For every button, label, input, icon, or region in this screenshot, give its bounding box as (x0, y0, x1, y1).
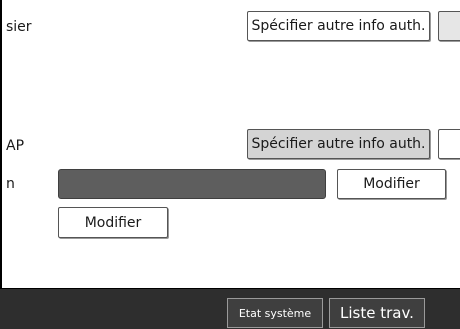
modify-button-1[interactable]: Modifier (337, 169, 446, 199)
row3-label: n (6, 176, 15, 192)
specify-other-auth-info-button-1[interactable]: Spécifier autre info auth. (247, 11, 430, 41)
specify-other-auth-info-button-2[interactable]: Spécifier autre info auth. (247, 129, 430, 159)
row2-label: AP (6, 138, 25, 154)
settings-panel: sier Spécifier autre info auth. AP Spéci… (0, 0, 460, 288)
system-status-button[interactable]: Etat système (227, 298, 323, 328)
modify-button-2[interactable]: Modifier (58, 207, 168, 238)
row2-extra-button[interactable] (438, 129, 460, 159)
row1-extra-button[interactable] (438, 11, 460, 41)
footer-bar: Etat système Liste trav. (0, 288, 460, 329)
value-field (58, 169, 326, 199)
row1-label: sier (6, 19, 32, 35)
panel-left-border (0, 0, 2, 288)
job-list-button[interactable]: Liste trav. (329, 298, 425, 328)
